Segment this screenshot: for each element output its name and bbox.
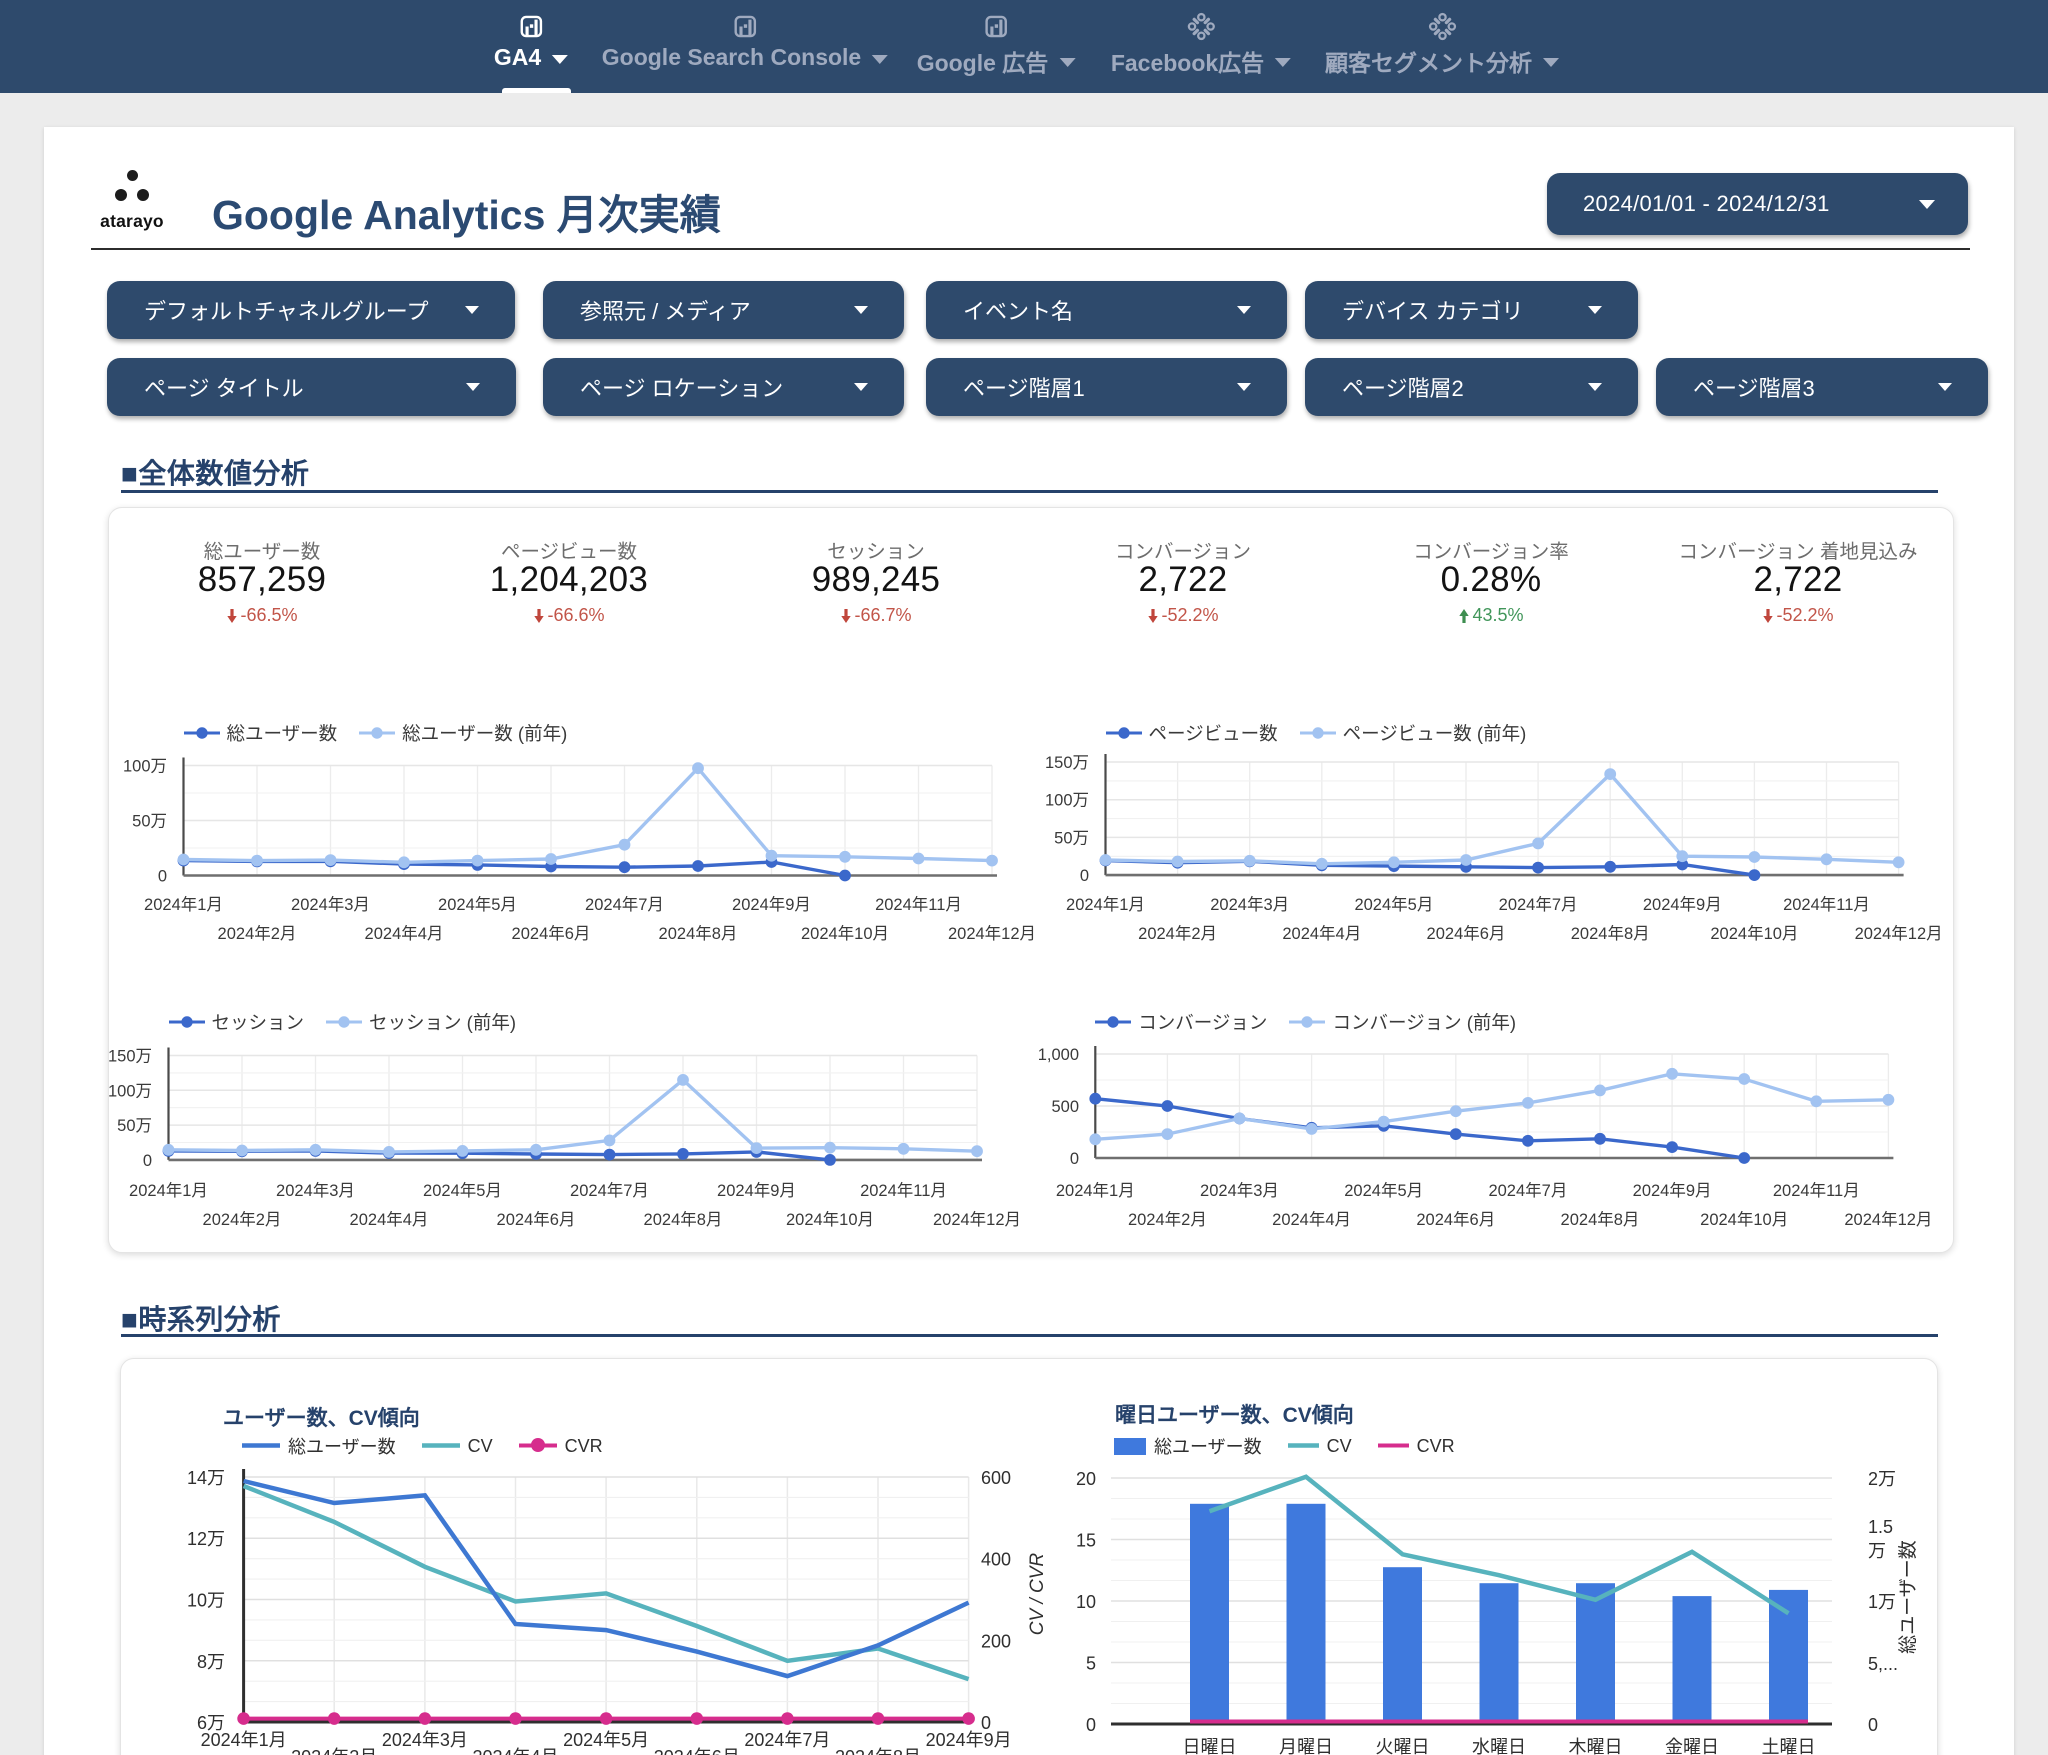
svg-text:2024年3月: 2024年3月 <box>1210 895 1289 914</box>
svg-text:2024年5月: 2024年5月 <box>1354 895 1433 914</box>
svg-text:2024年11月: 2024年11月 <box>1773 1181 1860 1200</box>
svg-text:2024年6月: 2024年6月 <box>497 1210 576 1229</box>
svg-text:12万: 12万 <box>187 1529 225 1549</box>
svg-text:10万: 10万 <box>187 1591 225 1611</box>
svg-text:2024年5月: 2024年5月 <box>438 895 517 914</box>
svg-text:200: 200 <box>981 1631 1011 1651</box>
svg-text:2024年3月: 2024年3月 <box>382 1730 468 1750</box>
svg-text:2024年7月: 2024年7月 <box>1499 895 1578 914</box>
svg-text:0: 0 <box>1080 867 1089 885</box>
svg-text:8万: 8万 <box>197 1652 225 1672</box>
svg-text:2024年8月: 2024年8月 <box>1571 924 1650 943</box>
svg-text:2024年4月: 2024年4月 <box>1272 1210 1351 1229</box>
svg-text:500: 500 <box>1051 1098 1079 1116</box>
svg-text:10: 10 <box>1076 1592 1096 1612</box>
svg-text:2024年4月: 2024年4月 <box>472 1747 558 1755</box>
svg-text:2024年11月: 2024年11月 <box>1783 895 1870 914</box>
svg-text:2024年4月: 2024年4月 <box>1282 924 1361 943</box>
svg-text:2024年8月: 2024年8月 <box>644 1210 723 1229</box>
svg-text:0: 0 <box>1868 1715 1878 1735</box>
svg-text:2024年2月: 2024年2月 <box>1128 1210 1207 1229</box>
svg-text:2024年9月: 2024年9月 <box>926 1730 1012 1750</box>
svg-text:水曜日: 水曜日 <box>1472 1737 1526 1755</box>
svg-text:0: 0 <box>143 1152 152 1170</box>
svg-text:2024年2月: 2024年2月 <box>203 1210 282 1229</box>
svg-text:2024年11月: 2024年11月 <box>860 1181 947 1200</box>
svg-text:2024年6月: 2024年6月 <box>1416 1210 1495 1229</box>
svg-text:2万: 2万 <box>1868 1469 1896 1489</box>
svg-text:2024年8月: 2024年8月 <box>659 924 738 943</box>
svg-text:100万: 100万 <box>123 758 167 776</box>
svg-text:2024年1月: 2024年1月 <box>1056 1181 1135 1200</box>
svg-text:2024年6月: 2024年6月 <box>654 1747 740 1755</box>
svg-text:100万: 100万 <box>1045 792 1089 810</box>
svg-text:50万: 50万 <box>132 813 167 831</box>
svg-text:0: 0 <box>1086 1715 1096 1735</box>
svg-text:木曜日: 木曜日 <box>1569 1737 1623 1755</box>
svg-text:2024年10月: 2024年10月 <box>801 924 889 943</box>
svg-text:2024年7月: 2024年7月 <box>1488 1181 1567 1200</box>
svg-text:2024年8月: 2024年8月 <box>1561 1210 1640 1229</box>
svg-text:CV / CVR: CV / CVR <box>1027 1553 1048 1636</box>
svg-text:5: 5 <box>1086 1654 1096 1674</box>
svg-text:土曜日: 土曜日 <box>1762 1737 1816 1755</box>
svg-text:2024年10月: 2024年10月 <box>786 1210 874 1229</box>
svg-text:2024年12月: 2024年12月 <box>1844 1210 1932 1229</box>
svg-text:2024年8月: 2024年8月 <box>835 1747 921 1755</box>
svg-text:50万: 50万 <box>117 1117 152 1135</box>
svg-text:月曜日: 月曜日 <box>1279 1737 1333 1755</box>
svg-text:15: 15 <box>1076 1531 1096 1551</box>
svg-text:1,000: 1,000 <box>1038 1046 1079 1064</box>
svg-text:2024年3月: 2024年3月 <box>291 895 370 914</box>
svg-text:0: 0 <box>1070 1150 1079 1168</box>
svg-text:14万: 14万 <box>187 1468 225 1488</box>
svg-text:2024年7月: 2024年7月 <box>744 1730 830 1750</box>
svg-text:2024年1月: 2024年1月 <box>201 1730 287 1750</box>
svg-text:日曜日: 日曜日 <box>1183 1737 1237 1755</box>
svg-text:2024年5月: 2024年5月 <box>1344 1181 1423 1200</box>
svg-text:2024年1月: 2024年1月 <box>129 1181 208 1200</box>
svg-text:2024年1月: 2024年1月 <box>1066 895 1145 914</box>
svg-text:2024年2月: 2024年2月 <box>218 924 297 943</box>
svg-text:2024年3月: 2024年3月 <box>276 1181 355 1200</box>
svg-text:2024年4月: 2024年4月 <box>365 924 444 943</box>
svg-text:2024年9月: 2024年9月 <box>1643 895 1722 914</box>
svg-text:2024年6月: 2024年6月 <box>512 924 591 943</box>
svg-text:100万: 100万 <box>108 1082 152 1100</box>
svg-text:0: 0 <box>158 868 167 886</box>
svg-text:2024年5月: 2024年5月 <box>563 1730 649 1750</box>
svg-text:2024年7月: 2024年7月 <box>570 1181 649 1200</box>
svg-text:150万: 150万 <box>108 1048 152 1066</box>
svg-text:2024年1月: 2024年1月 <box>144 895 223 914</box>
svg-text:20: 20 <box>1076 1469 1096 1489</box>
svg-text:2024年6月: 2024年6月 <box>1427 924 1506 943</box>
svg-text:総ユーザー数: 総ユーザー数 <box>1897 1540 1919 1654</box>
svg-text:1万: 1万 <box>1868 1592 1896 1612</box>
svg-text:2024年12月: 2024年12月 <box>933 1210 1021 1229</box>
svg-text:2024年2月: 2024年2月 <box>291 1747 377 1755</box>
svg-text:2024年12月: 2024年12月 <box>1855 924 1943 943</box>
svg-text:2024年5月: 2024年5月 <box>423 1181 502 1200</box>
svg-text:400: 400 <box>981 1550 1011 1570</box>
svg-text:600: 600 <box>981 1468 1011 1488</box>
svg-text:2024年9月: 2024年9月 <box>717 1181 796 1200</box>
svg-text:金曜日: 金曜日 <box>1665 1737 1719 1755</box>
svg-text:2024年7月: 2024年7月 <box>585 895 664 914</box>
svg-text:万: 万 <box>1868 1541 1886 1561</box>
svg-text:2024年9月: 2024年9月 <box>1633 1181 1712 1200</box>
svg-text:2024年3月: 2024年3月 <box>1200 1181 1279 1200</box>
svg-text:2024年2月: 2024年2月 <box>1138 924 1217 943</box>
svg-text:2024年10月: 2024年10月 <box>1710 924 1798 943</box>
svg-text:1.5: 1.5 <box>1868 1517 1893 1537</box>
svg-text:5,...: 5,... <box>1868 1654 1898 1674</box>
svg-text:2024年10月: 2024年10月 <box>1700 1210 1788 1229</box>
svg-text:2024年11月: 2024年11月 <box>875 895 962 914</box>
svg-text:火曜日: 火曜日 <box>1376 1737 1430 1755</box>
svg-text:2024年9月: 2024年9月 <box>732 895 811 914</box>
svg-text:50万: 50万 <box>1054 829 1089 847</box>
svg-text:150万: 150万 <box>1045 754 1089 772</box>
svg-text:2024年4月: 2024年4月 <box>350 1210 429 1229</box>
